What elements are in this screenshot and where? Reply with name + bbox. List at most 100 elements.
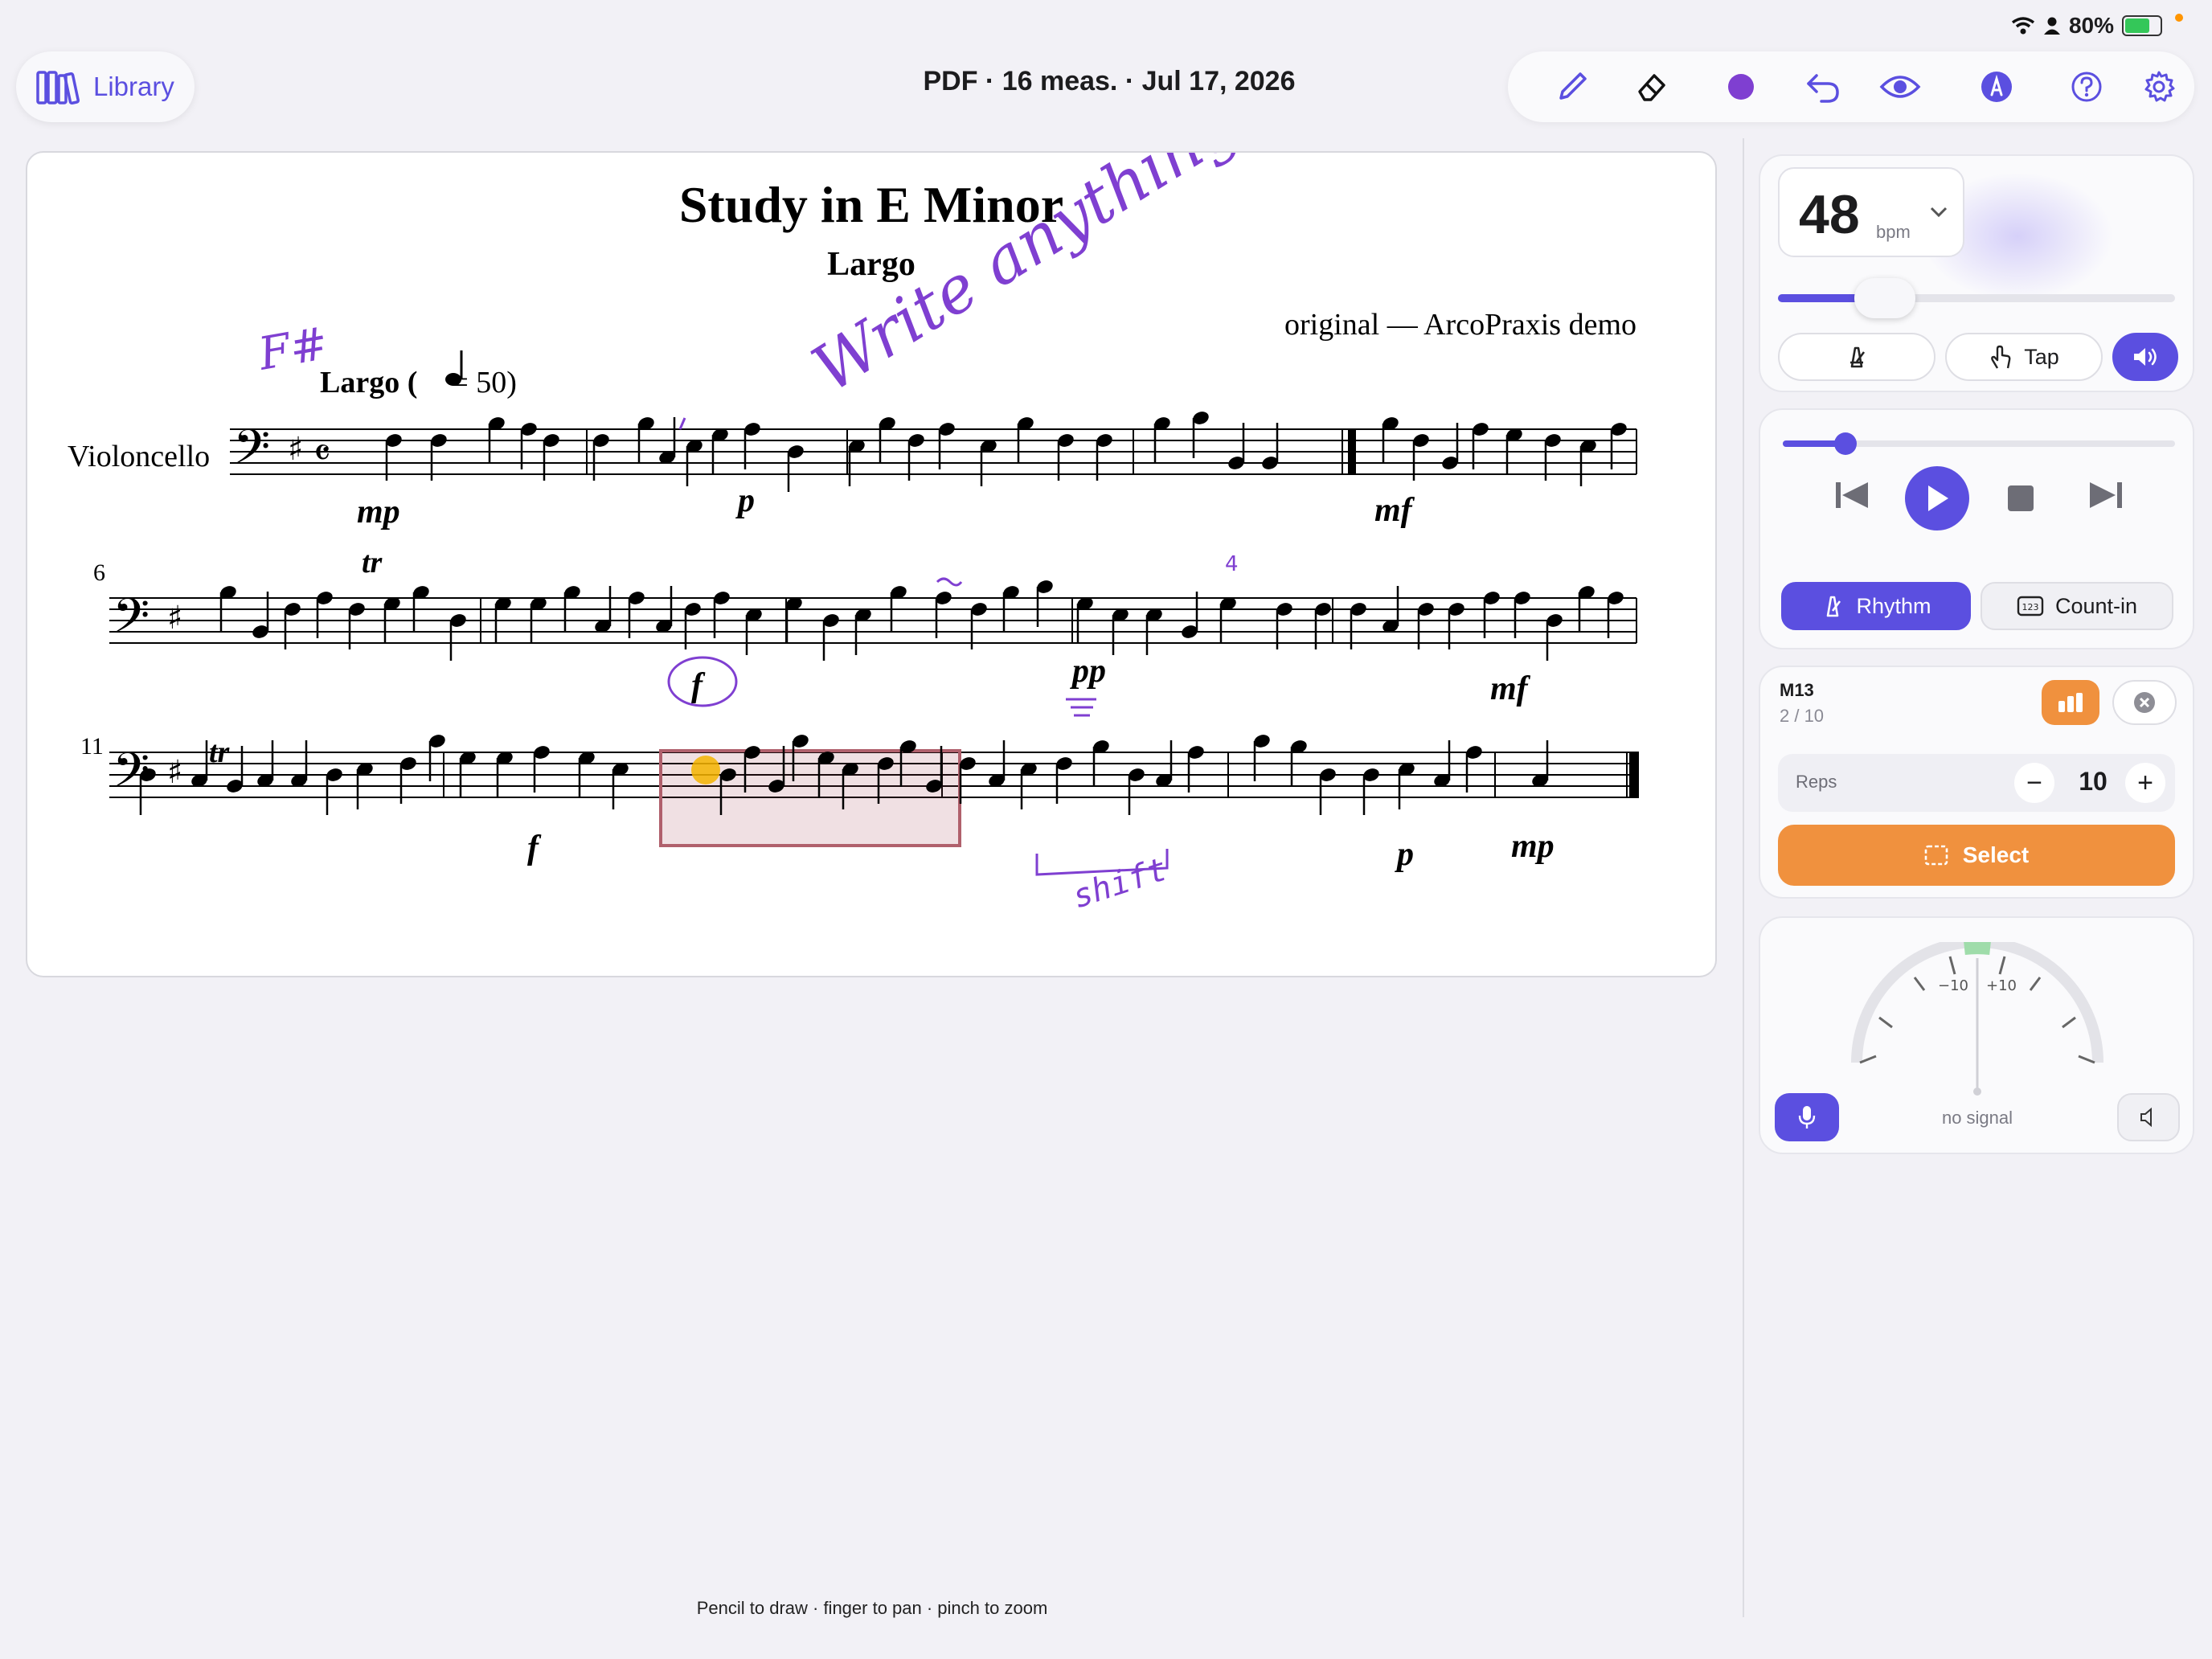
instrument-label: Violoncello	[68, 440, 210, 473]
trill-2: tr	[209, 735, 231, 769]
toolbar	[1508, 51, 2194, 122]
help-icon	[2071, 72, 2102, 102]
tap-label: Tap	[2024, 344, 2059, 369]
playback-panel: Rhythm 123 Count-in	[1759, 408, 2194, 649]
battery-percent: 80%	[2068, 13, 2114, 38]
skip-forward-icon[interactable]	[2087, 479, 2125, 511]
dynamic-p-1: p	[735, 482, 755, 519]
metronome-icon	[1827, 596, 1841, 617]
person-icon	[2043, 17, 2060, 35]
library-button[interactable]: Library	[16, 51, 195, 122]
metronome-panel: 48 bpm Tap	[1759, 154, 2194, 392]
loop-panel: M13 2 / 10 Reps − 10 + Select	[1759, 666, 2194, 899]
count-in-button[interactable]: 123 Count-in	[1981, 582, 2173, 630]
tempo-marking: Largo (= 50)	[320, 366, 517, 399]
pencil-tool-button[interactable]	[1548, 63, 1596, 111]
stop-icon[interactable]	[2006, 484, 2035, 513]
undo-button[interactable]	[1799, 63, 1847, 111]
reps-value: 10	[2079, 767, 2108, 796]
sheet-music[interactable]: Study in E Minor Largo original — ArcoPr…	[27, 153, 1717, 977]
gear-icon	[2144, 71, 2175, 102]
status-bar: 80%	[2011, 11, 2183, 40]
view-mode-button[interactable]	[1876, 63, 1924, 111]
dynamic-pp: pp	[1070, 653, 1106, 690]
ink-color-button[interactable]	[1717, 63, 1765, 111]
clear-loop-button[interactable]	[2112, 680, 2177, 725]
select-label: Select	[1962, 842, 2030, 867]
speaker-icon	[2140, 1108, 2152, 1127]
minus-icon: −	[2026, 767, 2042, 798]
loop-progress: 2 / 10	[1780, 706, 1825, 726]
svg-text:123: 123	[2022, 602, 2038, 612]
score-subtitle: Largo	[827, 246, 916, 283]
select-loop-button[interactable]: Select	[1778, 825, 2175, 886]
tuner-panel: −10 +10 no signal	[1759, 916, 2194, 1154]
playhead-marker[interactable]	[691, 756, 720, 784]
tempo-text: Largo (	[320, 366, 417, 399]
skip-back-icon[interactable]	[1833, 479, 1871, 511]
library-icon	[36, 71, 80, 105]
tempo-slider-thumb[interactable]	[1854, 278, 1916, 318]
tuner-gauge: −10 +10	[1851, 942, 2103, 1096]
tap-tempo-button[interactable]: Tap	[1945, 333, 2103, 381]
measure-number-6: 6	[93, 559, 105, 586]
dynamic-p-2: p	[1395, 836, 1414, 873]
measure-number-11: 11	[80, 733, 104, 760]
loop-stats-button[interactable]	[2042, 680, 2099, 725]
metronome-toggle-button[interactable]	[1778, 333, 1936, 381]
circle-annotation	[667, 656, 738, 707]
bpm-selector[interactable]: 48 bpm	[1778, 167, 1964, 257]
reps-stepper: Reps − 10 +	[1778, 754, 2175, 812]
rhythm-button[interactable]: Rhythm	[1781, 582, 1971, 630]
bpm-unit: bpm	[1876, 222, 1911, 242]
pen-tip-icon	[1981, 72, 2012, 102]
metronome-icon	[1850, 346, 1866, 368]
reps-increment-button[interactable]: +	[2125, 763, 2165, 803]
plus-icon: +	[2137, 767, 2153, 798]
svg-text:𝄢: 𝄢	[113, 588, 150, 655]
chevron-down-icon	[1930, 207, 1948, 218]
close-icon	[2134, 692, 2155, 713]
metronome-sound-button[interactable]	[2112, 333, 2178, 381]
play-icon	[1928, 485, 1948, 511]
trill-1: tr	[362, 546, 383, 580]
play-button[interactable]	[1905, 466, 1969, 530]
svg-text:♯: ♯	[167, 600, 182, 637]
library-label: Library	[93, 72, 174, 101]
loop-measure-label: M13	[1780, 680, 1814, 700]
microphone-icon	[1798, 1106, 1816, 1129]
svg-text:♯: ♯	[288, 431, 303, 468]
svg-text:𝄴: 𝄴	[313, 431, 330, 476]
recording-indicator	[2175, 14, 2183, 22]
tuner-status: no signal	[1941, 1108, 2013, 1128]
svg-text:𝄢: 𝄢	[233, 419, 270, 486]
dynamic-mp-2: mp	[1511, 828, 1555, 865]
bar-chart-icon	[2058, 693, 2083, 712]
tempo-slider[interactable]	[1778, 278, 2175, 318]
reference-tone-button[interactable]	[2117, 1093, 2180, 1141]
playback-scrubber[interactable]	[1783, 432, 2175, 455]
settings-button[interactable]	[2135, 63, 2183, 111]
tilde-annotation	[936, 577, 963, 587]
reps-decrement-button[interactable]: −	[2014, 763, 2054, 803]
dynamic-mp-1: mp	[357, 494, 400, 530]
eraser-tool-button[interactable]	[1627, 63, 1675, 111]
pen-mode-button[interactable]	[1972, 63, 2021, 111]
dynamic-mf-2: mf	[1490, 670, 1531, 707]
score-composer: original — ArcoPraxis demo	[1284, 308, 1636, 342]
score-page[interactable]: Study in E Minor Largo original — ArcoPr…	[26, 151, 1717, 977]
help-button[interactable]	[2062, 63, 2111, 111]
battery-icon	[2122, 15, 2162, 36]
eye-icon	[1879, 76, 1921, 98]
tuner-minus-label: −10	[1938, 977, 1968, 994]
microphone-button[interactable]	[1775, 1093, 1839, 1141]
rhythm-label: Rhythm	[1856, 593, 1931, 618]
pencil-icon	[1559, 72, 1587, 100]
reps-label: Reps	[1796, 772, 1837, 792]
dynamic-mf-1: mf	[1374, 492, 1415, 529]
scrubber-thumb[interactable]	[1834, 432, 1858, 455]
count-in-icon: 123	[2017, 596, 2044, 616]
gesture-hint: Pencil to draw · finger to pan · pinch t…	[696, 1598, 1048, 1618]
staff-system-2	[109, 597, 1637, 644]
selection-icon	[1924, 845, 1948, 866]
